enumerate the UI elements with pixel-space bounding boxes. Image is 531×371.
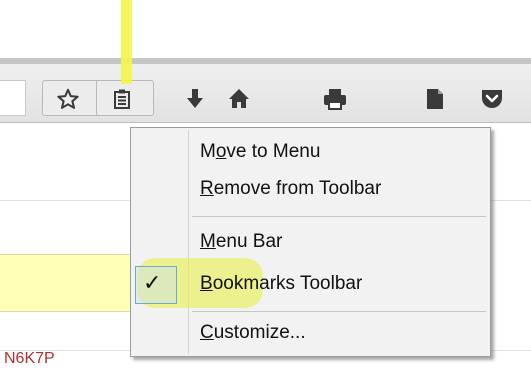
menu-gutter xyxy=(188,130,189,354)
home-icon[interactable] xyxy=(222,86,256,112)
pocket-icon[interactable] xyxy=(475,86,509,112)
menu-item-accesskey: R xyxy=(200,178,214,199)
menu-item-label: emove from Toolbar xyxy=(213,178,382,199)
menu-item-move-to-menu[interactable]: Move to Menu xyxy=(200,141,320,163)
menu-item-label: ookmarks Toolbar xyxy=(212,273,363,294)
menu-separator xyxy=(192,216,486,217)
background-link-text: N6K7P xyxy=(4,350,55,367)
page-icon[interactable] xyxy=(420,86,450,112)
window-top-area xyxy=(0,0,531,58)
print-icon[interactable] xyxy=(318,86,352,112)
menu-item-customize[interactable]: Customize... xyxy=(200,322,306,344)
menu-item-label: M xyxy=(200,141,216,162)
toolbar-context-menu: Move to Menu Remove from Toolbar Menu Ba… xyxy=(130,127,491,357)
menu-item-accesskey: M xyxy=(200,231,216,252)
menu-item-label: enu Bar xyxy=(215,231,283,252)
menu-item-accesskey: C xyxy=(200,322,214,343)
button-separator xyxy=(96,81,97,115)
menu-item-accesskey: o xyxy=(215,141,227,162)
menu-separator xyxy=(192,311,486,312)
menu-item-label: ve to Menu xyxy=(226,141,321,162)
annotation-highlight-line xyxy=(121,0,132,84)
menu-item-label: ustomize... xyxy=(213,322,306,343)
checkmark-icon: ✓ xyxy=(143,270,162,295)
menu-item-menu-bar[interactable]: Menu Bar xyxy=(200,231,282,253)
menu-item-accesskey: B xyxy=(200,273,213,294)
download-icon[interactable] xyxy=(180,86,210,112)
menu-item-remove-from-toolbar[interactable]: Remove from Toolbar xyxy=(200,178,381,200)
menu-item-bookmarks-toolbar[interactable]: Bookmarks Toolbar xyxy=(200,273,362,295)
star-icon[interactable] xyxy=(52,86,84,112)
url-bar-end[interactable] xyxy=(0,80,26,116)
bookmarks-menu-icon[interactable] xyxy=(107,86,137,112)
